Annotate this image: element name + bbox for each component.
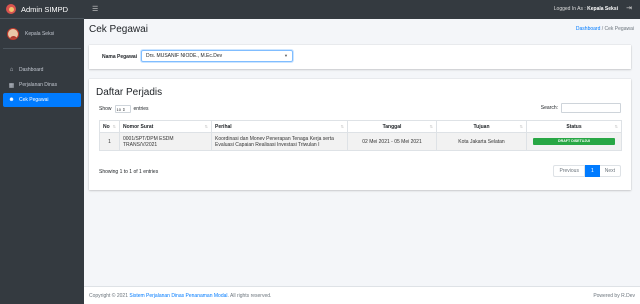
brand-logo — [6, 4, 16, 14]
sidebar-item-label: Dashboard — [19, 67, 44, 73]
sort-icon: ⇅ — [519, 124, 523, 129]
breadcrumb-home[interactable]: Dashboard — [576, 26, 600, 32]
search-input[interactable] — [561, 103, 621, 113]
sidebar-item-label: Perjalanan Dinas — [19, 82, 58, 88]
nama-pegawai-value: Drs. MUSANIF NIODE., M.Ec.Dev — [146, 53, 223, 59]
pagination: Previous 1 Next — [553, 165, 621, 177]
user-panel: Kepala Seksi — [3, 19, 81, 49]
column-header-perihal[interactable]: Perihal ⇅ — [211, 120, 348, 133]
cell-tujuan: Kota Jakarta Selatan — [436, 132, 527, 151]
column-label: Tanggal — [382, 123, 402, 130]
login-user: Kepala Seksi — [587, 6, 618, 12]
page-title: Cek Pegawai — [89, 24, 148, 35]
sidebar: Kepala Seksi ⌂ Dashboard ▦ Perjalanan Di… — [0, 19, 84, 304]
sort-icon: ⇅ — [340, 124, 344, 129]
search-label: Search: — [540, 105, 558, 111]
nama-pegawai-select[interactable]: Drs. MUSANIF NIODE., M.Ec.Dev ▼ — [141, 50, 293, 62]
column-label: Status — [566, 123, 582, 130]
column-label: No — [103, 123, 110, 130]
top-navbar: Admin SIMPD ☰ Logged In As : Kepala Seks… — [0, 0, 640, 19]
avatar — [7, 27, 19, 40]
card-title: Daftar Perjadis — [96, 87, 163, 98]
column-header-status[interactable]: Status ⇅ — [526, 120, 622, 133]
breadcrumb: Dashboard / Cek Pegawai — [576, 26, 634, 32]
previous-button[interactable]: Previous — [553, 165, 585, 177]
status-badge: DRAFT DISETUJUI — [533, 138, 615, 145]
sort-icon: ⇅ — [112, 124, 116, 129]
footer: Copyright © 2021 Sistem Perjalanan Dinas… — [84, 286, 640, 304]
filter-card: Nama Pegawai Drs. MUSANIF NIODE., M.Ec.D… — [89, 45, 631, 69]
cell-no: 1 — [99, 132, 120, 151]
entries-length-select[interactable]: 10 ⇕ — [114, 105, 131, 113]
map-icon: ▦ — [8, 82, 15, 89]
brand[interactable]: Admin SIMPD — [0, 0, 84, 19]
nama-pegawai-label: Nama Pegawai — [102, 54, 138, 60]
powered-by: Powered by R.Dev — [593, 293, 635, 299]
column-header-tujuan[interactable]: Tujuan ⇅ — [436, 120, 527, 133]
column-header-no[interactable]: No ⇅ — [99, 120, 120, 133]
sidebar-item-cek-pegawai[interactable]: ☻ Cek Pegawai — [3, 93, 81, 107]
table-info: Showing 1 to 1 of 1 entries — [99, 169, 159, 175]
column-label: Nomor Surat — [123, 123, 154, 130]
table-row: 1 0001/SPT/DPM ESDM TRANS/V/2021 Koordin… — [99, 132, 622, 151]
column-label: Tujuan — [473, 123, 490, 130]
cell-perihal: Koordinasi dan Monev Penerapan Tenaga Ke… — [211, 132, 348, 151]
show-entries: Show 10 ⇕ entries — [99, 105, 149, 113]
system-name-link[interactable]: Sistem Perjalanan Dinas Penanaman Modal — [129, 293, 227, 299]
chevron-down-icon: ▼ — [284, 53, 288, 58]
entries-length-value: 10 — [116, 106, 121, 112]
copyright-prefix: Copyright © 2021 — [89, 293, 128, 299]
sidebar-nav: ⌂ Dashboard ▦ Perjalanan Dinas ☻ Cek Peg… — [0, 63, 84, 107]
breadcrumb-separator: / — [601, 26, 604, 32]
page-1-button[interactable]: 1 — [584, 165, 600, 177]
next-button[interactable]: Next — [599, 165, 621, 177]
logout-icon[interactable]: ⇥ — [626, 4, 632, 12]
table-header-row: No ⇅ Nomor Surat ⇅ Perihal ⇅ Tanggal ⇅ Tujua… — [99, 120, 622, 133]
column-header-tanggal[interactable]: Tanggal ⇅ — [347, 120, 437, 133]
cell-status: DRAFT DISETUJUI — [526, 132, 622, 151]
footer-copyright: Copyright © 2021 Sistem Perjalanan Dinas… — [89, 293, 271, 299]
cell-nomor-surat: 0001/SPT/DPM ESDM TRANS/V/2021 — [119, 132, 212, 151]
home-icon: ⌂ — [9, 67, 14, 73]
entries-label: entries — [133, 106, 149, 112]
sidebar-user-name[interactable]: Kepala Seksi — [25, 31, 54, 37]
perjadis-table: No ⇅ Nomor Surat ⇅ Perihal ⇅ Tanggal ⇅ Tujua… — [99, 120, 622, 151]
sidebar-item-dashboard[interactable]: ⌂ Dashboard — [3, 63, 81, 77]
login-prefix: Logged In As : — [553, 6, 586, 12]
breadcrumb-current: Cek Pegawai — [604, 26, 634, 32]
login-info: Logged In As : Kepala Seksi — [554, 6, 618, 12]
sort-icon: ⇅ — [429, 124, 433, 129]
show-label: Show — [99, 106, 112, 112]
sidebar-item-perjalanan-dinas[interactable]: ▦ Perjalanan Dinas — [3, 78, 81, 92]
app-title: Admin SIMPD — [21, 4, 69, 14]
sidebar-item-label: Cek Pegawai — [19, 97, 49, 103]
column-label: Perihal — [215, 123, 232, 130]
perjadis-card: Daftar Perjadis Show 10 ⇕ entries Search… — [89, 79, 631, 190]
column-header-nomor-surat[interactable]: Nomor Surat ⇅ — [119, 120, 212, 133]
rights-text: . All rights reserved. — [227, 293, 272, 299]
sort-icon: ⇅ — [204, 124, 208, 129]
users-icon: ☻ — [8, 97, 15, 103]
table-search: Search: — [541, 103, 621, 113]
hamburger-icon[interactable]: ☰ — [92, 5, 98, 13]
cell-tanggal: 02 Mei 2021 - 05 Mei 2021 — [347, 132, 437, 151]
sort-icon: ⇅ — [614, 124, 618, 129]
